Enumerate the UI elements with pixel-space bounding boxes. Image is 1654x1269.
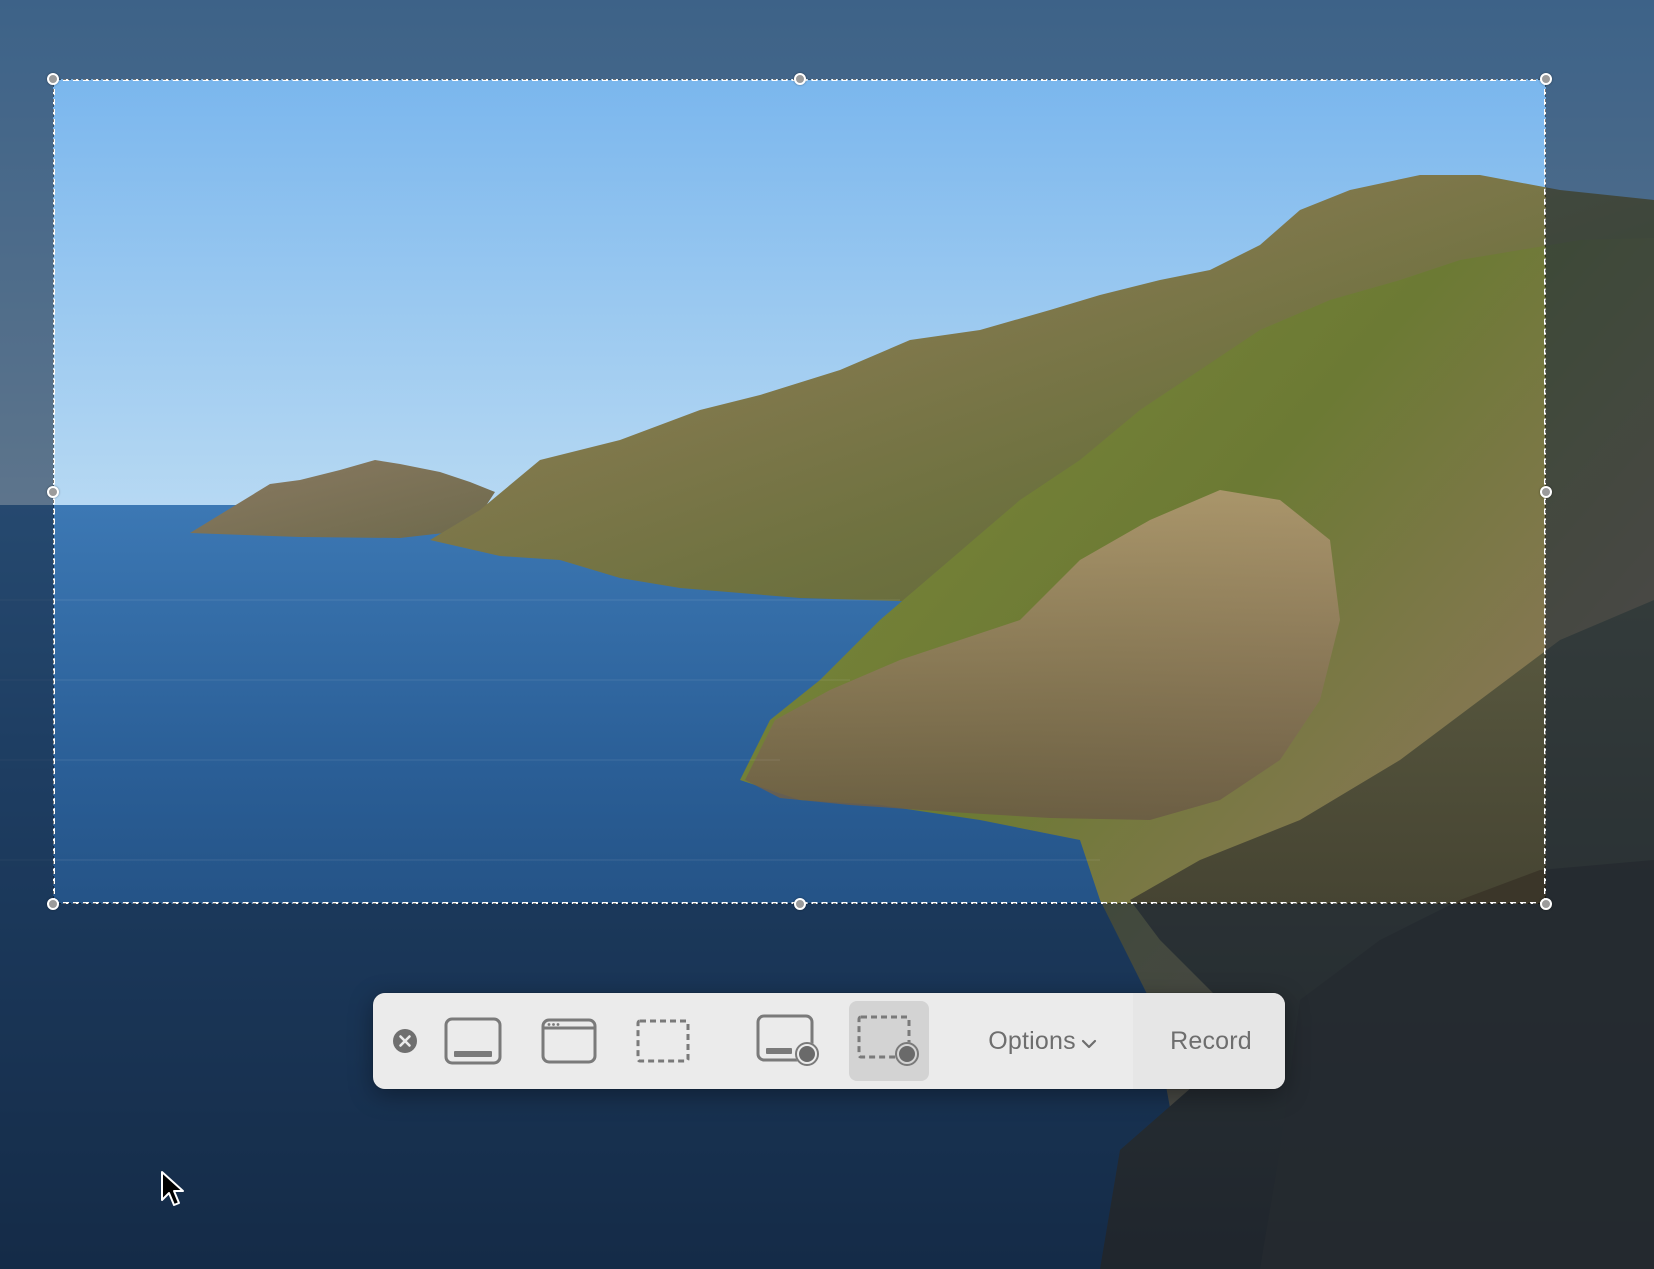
record-button[interactable]: Record <box>1143 1001 1279 1081</box>
options-menu-button[interactable]: Options <box>963 1001 1123 1081</box>
capture-entire-screen-button[interactable] <box>433 1001 513 1081</box>
chevron-down-icon <box>1081 1039 1096 1049</box>
entire-screen-icon <box>444 1017 502 1065</box>
screenshot-toolbar: Options Record <box>373 993 1285 1089</box>
dim-overlay-left <box>0 79 53 904</box>
record-screen-icon <box>756 1014 819 1066</box>
desktop: Options Record <box>0 0 1654 1269</box>
record-selection-icon <box>857 1015 919 1066</box>
capture-window-button[interactable] <box>529 1001 609 1081</box>
dim-overlay-top <box>0 0 1654 79</box>
close-circle-icon <box>393 1029 417 1053</box>
dim-overlay-right <box>1546 79 1654 904</box>
resize-handle-middle-right[interactable] <box>1540 486 1552 498</box>
record-label: Record <box>1170 1026 1252 1055</box>
resize-handle-top-left[interactable] <box>47 73 59 85</box>
capture-selection-button[interactable] <box>623 1001 703 1081</box>
resize-handle-bottom-right[interactable] <box>1540 898 1552 910</box>
resize-handle-top-right[interactable] <box>1540 73 1552 85</box>
options-label: Options <box>988 1026 1076 1055</box>
record-selection-button[interactable] <box>849 1001 929 1081</box>
window-icon <box>541 1018 597 1064</box>
dashed-selection-icon <box>636 1019 690 1063</box>
resize-handle-top-center[interactable] <box>794 73 806 85</box>
selection-rectangle[interactable] <box>53 79 1546 904</box>
close-button[interactable] <box>387 1001 423 1081</box>
resize-handle-bottom-center[interactable] <box>794 898 806 910</box>
resize-handle-middle-left[interactable] <box>47 486 59 498</box>
mouse-pointer-icon <box>161 1171 184 1206</box>
resize-handle-bottom-left[interactable] <box>47 898 59 910</box>
record-entire-screen-button[interactable] <box>745 1001 833 1081</box>
